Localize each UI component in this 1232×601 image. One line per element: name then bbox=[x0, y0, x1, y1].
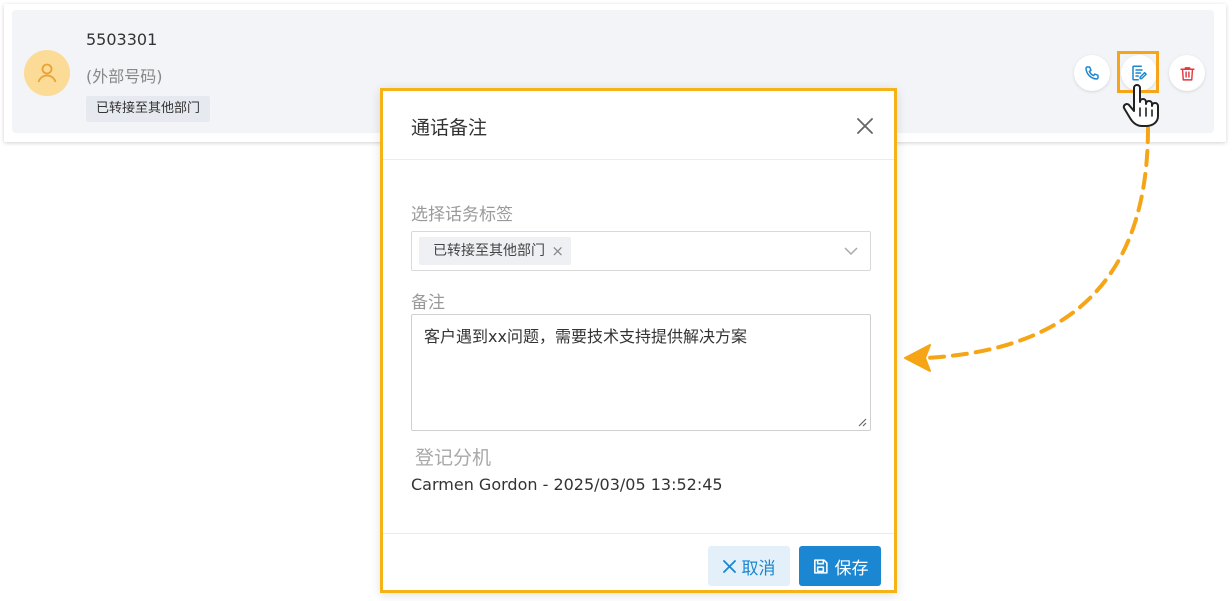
resize-grip-icon[interactable] bbox=[857, 417, 867, 427]
call-tag-select[interactable]: 已转接至其他部门 × bbox=[411, 231, 871, 271]
note-label: 备注 bbox=[411, 293, 445, 313]
dialog-footer: 取消 保存 bbox=[383, 533, 894, 594]
cancel-label: 取消 bbox=[741, 558, 776, 579]
close-icon bbox=[857, 118, 873, 134]
registrar-value: Carmen Gordon - 2025/03/05 13:52:45 bbox=[411, 475, 723, 494]
registrar-label: 登记分机 bbox=[415, 447, 492, 469]
save-button[interactable]: 保存 bbox=[799, 546, 881, 586]
selected-tag-label: 已转接至其他部门 bbox=[433, 243, 545, 259]
close-icon bbox=[722, 559, 736, 573]
note-textarea[interactable]: 客户遇到xx问题，需要技术支持提供解决方案 bbox=[411, 314, 871, 431]
chevron-down-icon bbox=[844, 247, 858, 256]
save-icon bbox=[813, 558, 828, 574]
selected-tag-chip: 已转接至其他部门 × bbox=[419, 237, 571, 265]
call-note-dialog: 通话备注 选择话务标签 已转接至其他部门 × 备注 客户遇到xx问题，需要技术支… bbox=[380, 88, 897, 593]
tags-label: 选择话务标签 bbox=[411, 205, 513, 225]
close-button[interactable] bbox=[854, 115, 876, 137]
save-label: 保存 bbox=[834, 558, 869, 579]
hand-pointer-icon bbox=[1122, 84, 1159, 127]
dialog-header: 通话备注 bbox=[383, 91, 894, 160]
dialog-title: 通话备注 bbox=[411, 117, 488, 139]
remove-tag-icon[interactable]: × bbox=[551, 237, 564, 265]
cancel-button[interactable]: 取消 bbox=[708, 546, 790, 586]
